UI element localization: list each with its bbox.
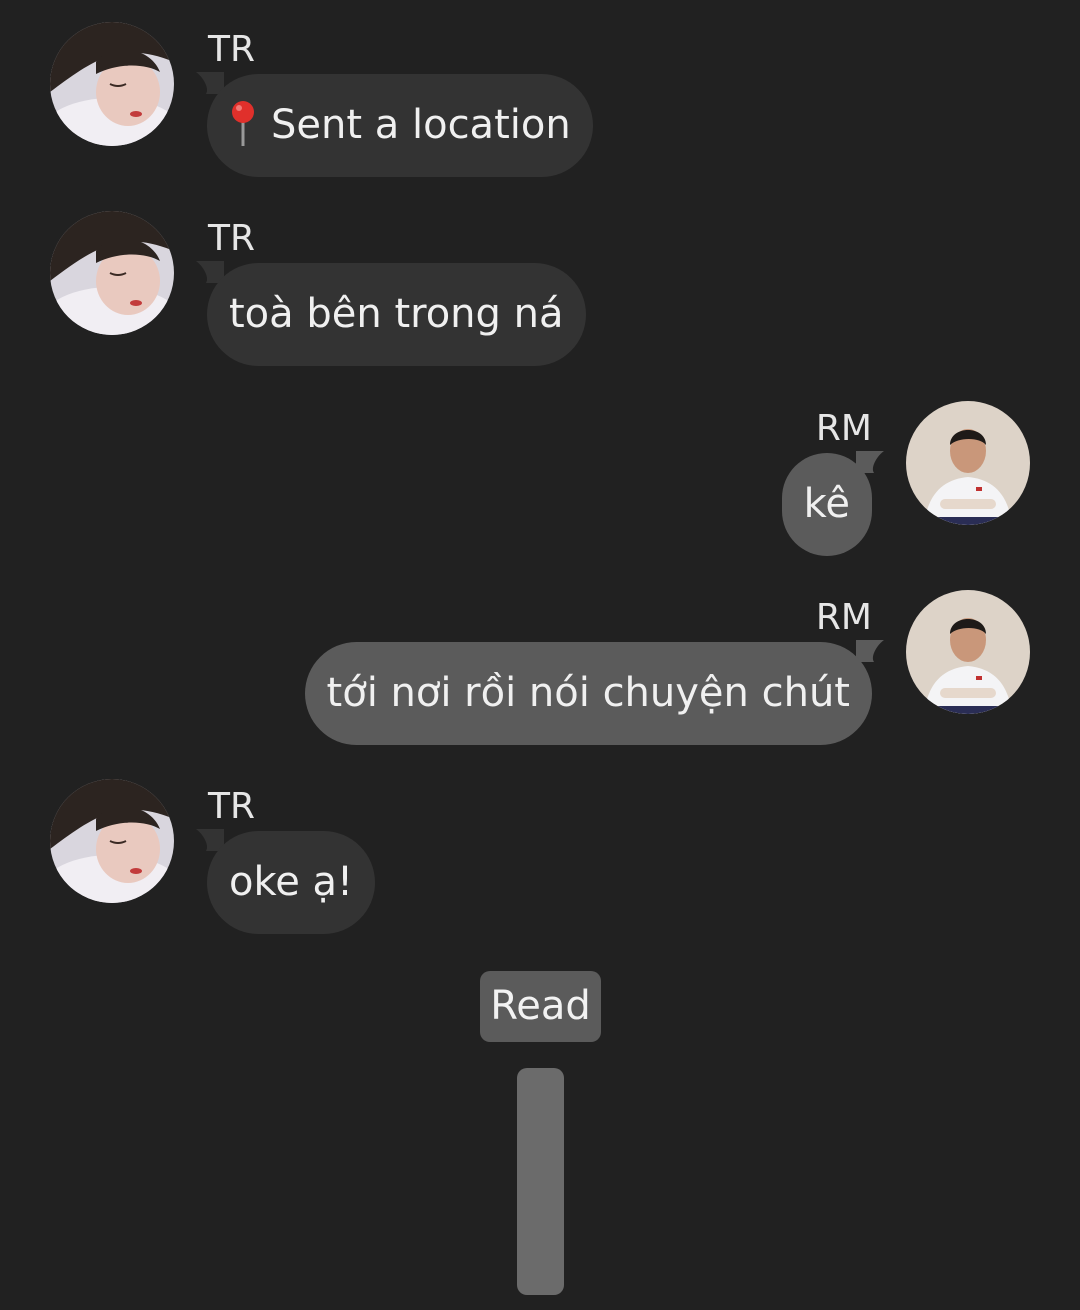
message-text: Sent a location (271, 102, 571, 148)
message-text: kê (803, 481, 850, 527)
bubble-tail (856, 640, 884, 662)
message-bubble[interactable]: oke ạ! (207, 831, 376, 934)
sender-name: RM (815, 408, 872, 449)
sender-name: RM (815, 597, 872, 638)
message-bubble[interactable]: kê (781, 453, 872, 556)
chat-thread: TR Sent a location TR toà bên trong ná R… (0, 0, 1080, 1310)
read-receipt-badge: Read (480, 971, 601, 1042)
message-text: oke ạ! (229, 859, 354, 905)
message-bubble[interactable]: Sent a location (207, 74, 593, 177)
message-text: tới nơi rồi nói chuyện chút (326, 670, 850, 716)
avatar[interactable] (50, 22, 174, 146)
message-bubble[interactable]: tới nơi rồi nói chuyện chút (304, 642, 872, 745)
sender-name: TR (208, 29, 256, 70)
sender-name: TR (208, 786, 256, 827)
map-pin-icon (232, 101, 254, 146)
message-bubble[interactable]: toà bên trong ná (207, 263, 586, 366)
avatar[interactable] (50, 211, 174, 335)
sender-name: TR (208, 218, 256, 259)
message-text: toà bên trong ná (229, 291, 564, 337)
avatar[interactable] (50, 779, 174, 903)
avatar[interactable] (906, 590, 1030, 714)
scroll-handle[interactable] (517, 1068, 564, 1295)
avatar[interactable] (906, 401, 1030, 525)
